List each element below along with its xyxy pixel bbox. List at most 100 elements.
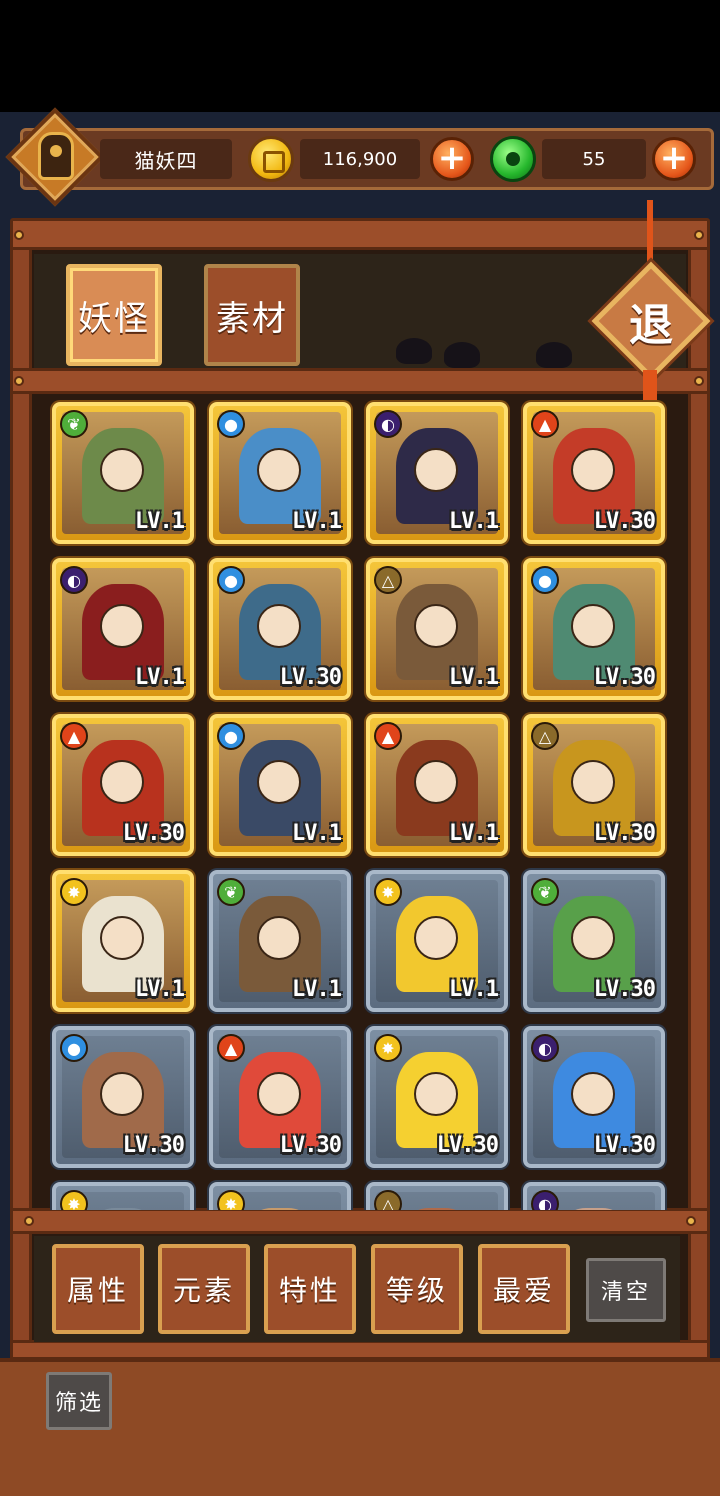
monster-card[interactable]: ✸ LV.1 bbox=[366, 870, 508, 1012]
lantern-icon bbox=[38, 132, 74, 180]
status-bar-area bbox=[0, 0, 720, 112]
earth-element-icon: △ bbox=[531, 722, 559, 750]
water-element-icon: ● bbox=[217, 722, 245, 750]
card-level: LV.1 bbox=[449, 821, 499, 846]
coin-amount: 116,900 bbox=[300, 139, 420, 179]
monster-card[interactable]: ✸ bbox=[52, 1182, 194, 1210]
tab-materials[interactable]: 素材 bbox=[204, 264, 300, 366]
wood-element-icon: ❦ bbox=[531, 878, 559, 906]
tab-monsters[interactable]: 妖怪 bbox=[66, 264, 162, 366]
fire-element-icon: ▲ bbox=[217, 1034, 245, 1062]
fire-element-icon: ▲ bbox=[374, 722, 402, 750]
monster-card[interactable]: ✸ LV.30 bbox=[366, 1026, 508, 1168]
card-level: LV.1 bbox=[449, 665, 499, 690]
earth-element-icon: △ bbox=[374, 1190, 402, 1210]
card-level: LV.30 bbox=[279, 1133, 342, 1158]
dark-element-icon: ◐ bbox=[60, 566, 88, 594]
add-coins-button[interactable]: + bbox=[430, 137, 474, 181]
cabinet-post-right bbox=[688, 246, 710, 1366]
monster-card[interactable]: △ LV.30 bbox=[523, 714, 665, 856]
monster-card[interactable]: ● LV.30 bbox=[209, 558, 351, 700]
monster-face bbox=[100, 1072, 144, 1116]
monster-card[interactable]: ● LV.1 bbox=[209, 402, 351, 544]
rivet bbox=[14, 376, 24, 386]
monster-card[interactable]: ❦ LV.1 bbox=[52, 402, 194, 544]
monster-face bbox=[414, 604, 458, 648]
monster-face bbox=[571, 916, 615, 960]
monster-card[interactable]: ◐ LV.30 bbox=[523, 1026, 665, 1168]
card-level: LV.1 bbox=[292, 821, 342, 846]
fire-element-icon: ▲ bbox=[531, 410, 559, 438]
filter-attribute-button[interactable]: 属性 bbox=[52, 1244, 144, 1334]
exit-button[interactable]: 退 bbox=[591, 200, 711, 418]
monster-card[interactable]: ● LV.30 bbox=[52, 1026, 194, 1168]
card-level: LV.30 bbox=[593, 509, 656, 534]
card-level: LV.1 bbox=[449, 509, 499, 534]
light-element-icon: ✸ bbox=[374, 878, 402, 906]
wood-element-icon: ❦ bbox=[217, 878, 245, 906]
card-level: LV.1 bbox=[135, 977, 185, 1002]
monster-face bbox=[414, 916, 458, 960]
card-level: LV.1 bbox=[449, 977, 499, 1002]
monster-card[interactable]: ❦ LV.30 bbox=[523, 870, 665, 1012]
water-element-icon: ● bbox=[531, 566, 559, 594]
add-jade-button[interactable]: + bbox=[652, 137, 696, 181]
light-element-icon: ✸ bbox=[374, 1034, 402, 1062]
monster-card[interactable]: ▲ LV.30 bbox=[209, 1026, 351, 1168]
shadow-creature bbox=[444, 342, 480, 368]
rivet bbox=[694, 230, 704, 240]
filter-element-button[interactable]: 元素 bbox=[158, 1244, 250, 1334]
water-element-icon: ● bbox=[60, 1034, 88, 1062]
card-level: LV.30 bbox=[593, 821, 656, 846]
monster-card[interactable]: ◐ bbox=[523, 1182, 665, 1210]
water-element-icon: ● bbox=[217, 410, 245, 438]
monster-card[interactable]: △ LV.1 bbox=[366, 558, 508, 700]
monster-face bbox=[257, 1072, 301, 1116]
card-level: LV.30 bbox=[122, 821, 185, 846]
coin-icon bbox=[248, 136, 294, 182]
clear-filters-button[interactable]: 清空 bbox=[586, 1258, 666, 1322]
monster-card[interactable]: ◐ LV.1 bbox=[366, 402, 508, 544]
light-element-icon: ✸ bbox=[217, 1190, 245, 1210]
monster-face bbox=[100, 604, 144, 648]
bottom-shelf bbox=[10, 1340, 710, 1360]
hanging-string bbox=[647, 200, 653, 270]
jade-amount: 55 bbox=[542, 139, 646, 179]
monster-card[interactable]: ▲ LV.30 bbox=[523, 402, 665, 544]
monster-card[interactable]: ✸ LV.1 bbox=[52, 870, 194, 1012]
filter-trait-button[interactable]: 特性 bbox=[264, 1244, 356, 1334]
player-name: 猫妖四 bbox=[100, 139, 232, 179]
monster-face bbox=[257, 916, 301, 960]
wood-element-icon: ❦ bbox=[60, 410, 88, 438]
player-avatar-emblem[interactable] bbox=[5, 107, 105, 207]
monster-card[interactable]: ● LV.30 bbox=[523, 558, 665, 700]
shadow-creature bbox=[536, 342, 572, 368]
card-level: LV.1 bbox=[292, 509, 342, 534]
monster-face bbox=[100, 760, 144, 804]
filter-favorite-button[interactable]: 最爱 bbox=[478, 1244, 570, 1334]
card-level: LV.30 bbox=[279, 665, 342, 690]
monster-face bbox=[414, 760, 458, 804]
monster-card[interactable]: ❦ LV.1 bbox=[209, 870, 351, 1012]
earth-element-icon: △ bbox=[374, 566, 402, 594]
monster-face bbox=[571, 760, 615, 804]
filter-level-button[interactable]: 等级 bbox=[371, 1244, 463, 1334]
card-level: LV.1 bbox=[135, 665, 185, 690]
screen-button[interactable]: 筛选 bbox=[46, 1372, 112, 1430]
card-level: LV.1 bbox=[135, 509, 185, 534]
monster-card[interactable]: ▲ LV.1 bbox=[366, 714, 508, 856]
monster-grid[interactable]: ❦ LV.1 ● LV.1 ◐ LV.1 ▲ LV.30 ◐ LV.1 ● LV.30 △ LV.1 ● LV… bbox=[44, 398, 676, 1210]
monster-card[interactable]: ▲ LV.30 bbox=[52, 714, 194, 856]
monster-face bbox=[571, 604, 615, 648]
light-element-icon: ✸ bbox=[60, 1190, 88, 1210]
monster-card[interactable]: ✸ bbox=[209, 1182, 351, 1210]
monster-card[interactable]: ◐ LV.1 bbox=[52, 558, 194, 700]
monster-card[interactable]: △ bbox=[366, 1182, 508, 1210]
monster-face bbox=[571, 448, 615, 492]
rivet bbox=[24, 1216, 34, 1226]
card-level: LV.30 bbox=[593, 665, 656, 690]
monster-face bbox=[414, 1072, 458, 1116]
dark-element-icon: ◐ bbox=[531, 1034, 559, 1062]
exit-label: 退 bbox=[629, 300, 673, 351]
monster-card[interactable]: ● LV.1 bbox=[209, 714, 351, 856]
